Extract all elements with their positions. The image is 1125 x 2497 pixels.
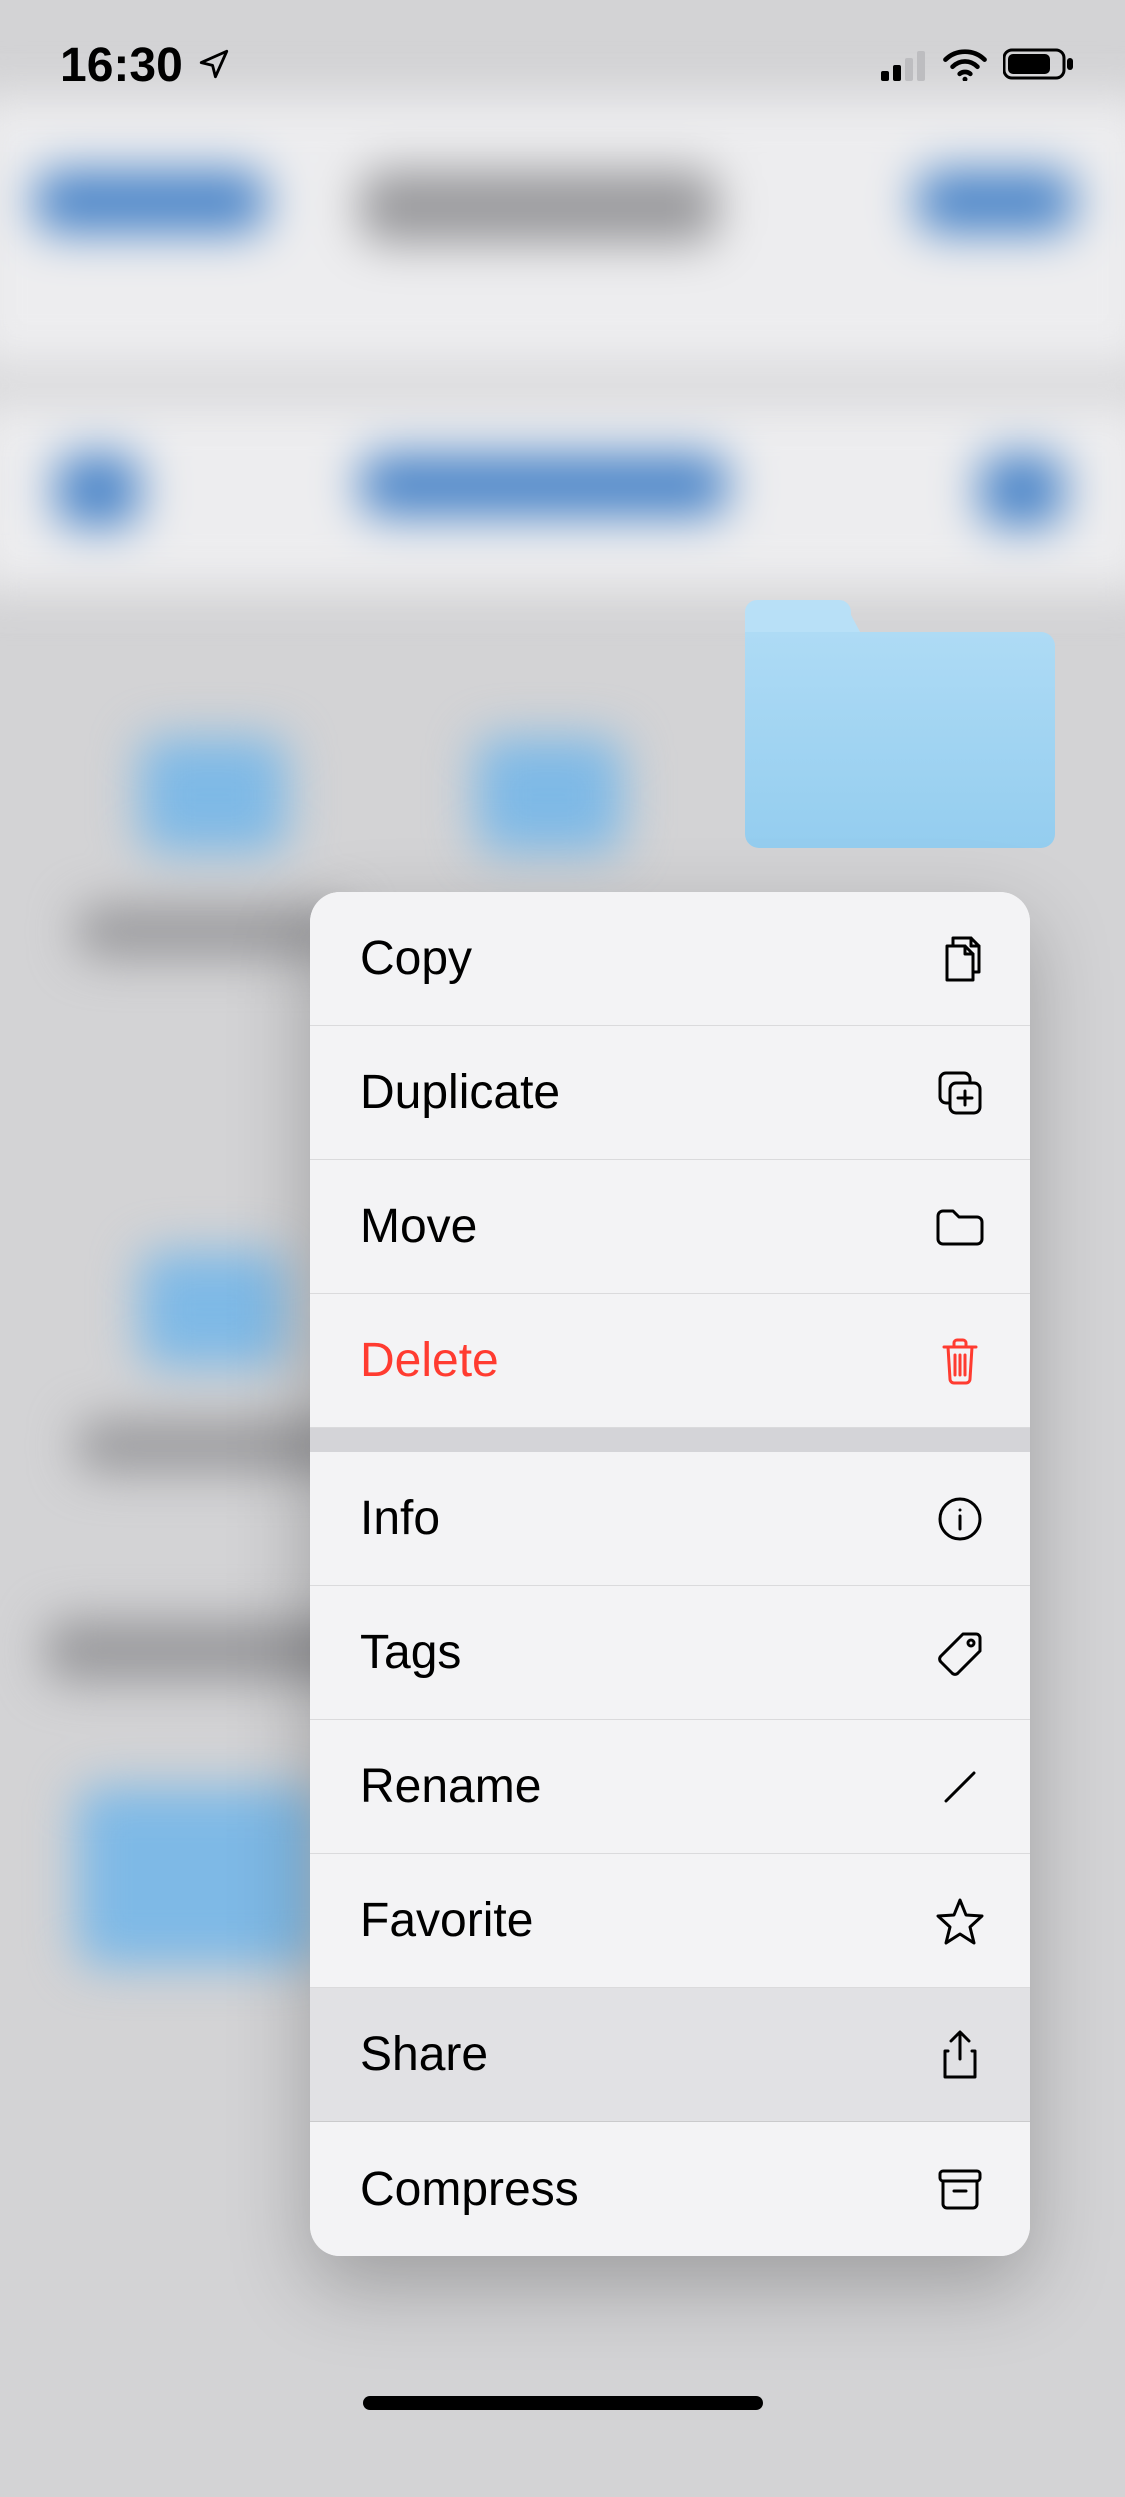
status-time: 16:30 <box>60 38 183 93</box>
menu-item-move[interactable]: Move <box>310 1160 1030 1294</box>
context-menu: Copy Duplicate Move Del <box>310 892 1030 2256</box>
menu-item-label: Rename <box>360 1759 541 1814</box>
share-icon <box>934 2029 986 2081</box>
menu-item-label: Move <box>360 1199 477 1254</box>
cell-signal-icon <box>881 38 927 93</box>
info-icon <box>934 1493 986 1545</box>
home-indicator <box>363 2396 763 2410</box>
menu-item-copy[interactable]: Copy <box>310 892 1030 1026</box>
menu-separator <box>310 1428 1030 1452</box>
trash-icon <box>934 1335 986 1387</box>
menu-item-label: Info <box>360 1491 440 1546</box>
menu-item-compress[interactable]: Compress <box>310 2122 1030 2256</box>
archive-icon <box>934 2163 986 2215</box>
status-bar: 16:30 <box>0 0 1125 130</box>
menu-item-label: Compress <box>360 2162 579 2217</box>
menu-item-rename[interactable]: Rename <box>310 1720 1030 1854</box>
menu-item-label: Duplicate <box>360 1065 560 1120</box>
menu-item-share[interactable]: Share <box>310 1988 1030 2122</box>
menu-item-delete[interactable]: Delete <box>310 1294 1030 1428</box>
menu-item-favorite[interactable]: Favorite <box>310 1854 1030 1988</box>
location-icon <box>197 38 231 93</box>
menu-item-tags[interactable]: Tags <box>310 1586 1030 1720</box>
pencil-icon <box>934 1761 986 1813</box>
menu-item-label: Tags <box>360 1625 461 1680</box>
menu-item-label: Favorite <box>360 1893 533 1948</box>
battery-icon <box>1003 38 1075 93</box>
tag-icon <box>934 1627 986 1679</box>
menu-item-info[interactable]: Info <box>310 1452 1030 1586</box>
wifi-icon <box>943 38 987 93</box>
folder-preview[interactable] <box>745 600 1055 848</box>
folder-icon <box>934 1201 986 1253</box>
copy-icon <box>934 933 986 985</box>
menu-item-label: Share <box>360 2027 488 2082</box>
star-icon <box>934 1895 986 1947</box>
duplicate-icon <box>934 1067 986 1119</box>
menu-item-label: Delete <box>360 1333 499 1388</box>
menu-item-duplicate[interactable]: Duplicate <box>310 1026 1030 1160</box>
menu-item-label: Copy <box>360 931 472 986</box>
